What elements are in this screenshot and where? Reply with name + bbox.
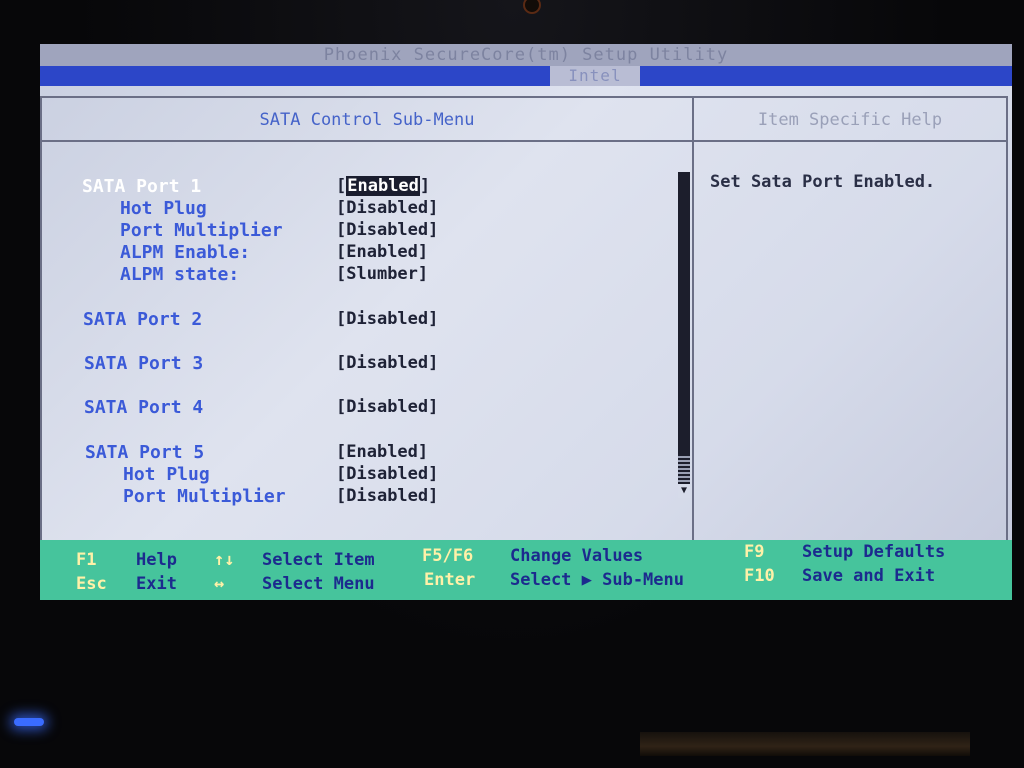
key-enter-desc: Select ▶ Sub-Menu — [510, 570, 684, 590]
key-enter: Enter — [424, 570, 476, 590]
key-f9: F9 — [744, 542, 765, 562]
setting-row-hot-plug-1[interactable]: Hot Plug [Disabled] — [40, 198, 680, 220]
setting-row-sata-port-4[interactable]: SATA Port 4 [Disabled] — [40, 397, 680, 419]
setting-row-sata-port-1[interactable]: SATA Port 1 [Enabled] — [40, 176, 680, 198]
setting-value[interactable]: [Enabled] — [336, 442, 428, 462]
panel-title: SATA Control Sub-Menu — [42, 98, 692, 142]
setting-label: ALPM state: — [120, 264, 240, 285]
laptop-hinge — [640, 732, 970, 756]
key-f10-desc: Save and Exit — [802, 566, 936, 586]
setting-row-hot-plug-5[interactable]: Hot Plug [Disabled] — [40, 464, 680, 486]
setting-label: SATA Port 4 — [84, 397, 204, 418]
setting-label: SATA Port 3 — [84, 353, 204, 374]
setting-value[interactable]: [Slumber] — [336, 264, 428, 284]
key-help-bar: F1 Help Esc Exit ↑↓ Select Item ↔ Select… — [40, 540, 1012, 600]
key-f10: F10 — [744, 566, 775, 586]
bios-screen: Phoenix SecureCore(tm) Setup Utility Int… — [40, 44, 1012, 600]
setting-label: SATA Port 5 — [85, 442, 205, 463]
scrollbar[interactable]: ▼ — [678, 172, 690, 498]
setting-value[interactable]: [Disabled] — [336, 464, 438, 484]
setting-label: SATA Port 1 — [82, 176, 202, 197]
power-led — [14, 718, 44, 726]
help-text: Set Sata Port Enabled. — [710, 172, 936, 192]
setting-row-alpm-enable[interactable]: ALPM Enable: [Enabled] — [40, 242, 680, 264]
setting-row-port-multiplier-1[interactable]: Port Multiplier [Disabled] — [40, 220, 680, 242]
key-arrows-updown: ↑↓ — [214, 550, 235, 570]
key-arrows-leftright: ↔ — [214, 574, 225, 594]
setting-label: Port Multiplier — [123, 486, 286, 507]
setting-value[interactable]: [Enabled] — [336, 176, 430, 196]
setting-row-alpm-state[interactable]: ALPM state: [Slumber] — [40, 264, 680, 286]
setting-value[interactable]: [Disabled] — [336, 198, 438, 218]
key-f1-desc: Help — [136, 550, 177, 570]
setting-label: SATA Port 2 — [83, 309, 203, 330]
setting-label: Hot Plug — [123, 464, 210, 485]
selected-value[interactable]: Enabled — [346, 176, 420, 196]
laptop-bezel: Phoenix SecureCore(tm) Setup Utility Int… — [0, 0, 1024, 768]
key-f5f6-desc: Change Values — [510, 546, 644, 566]
setting-row-sata-port-3[interactable]: SATA Port 3 [Disabled] — [40, 353, 680, 375]
setting-value[interactable]: [Disabled] — [336, 397, 438, 417]
key-f1: F1 — [76, 550, 97, 570]
tab-intel[interactable]: Intel — [550, 66, 640, 86]
key-esc: Esc — [76, 574, 107, 594]
key-f5f6: F5/F6 — [422, 546, 474, 566]
help-title: Item Specific Help — [694, 98, 1006, 142]
setting-value[interactable]: [Enabled] — [336, 242, 428, 262]
setting-row-sata-port-5[interactable]: SATA Port 5 [Enabled] — [40, 442, 680, 464]
setting-row-sata-port-2[interactable]: SATA Port 2 [Disabled] — [40, 309, 680, 331]
webcam-icon — [523, 0, 541, 14]
setting-row-port-multiplier-5[interactable]: Port Multiplier [Disabled] — [40, 486, 680, 508]
setting-value[interactable]: [Disabled] — [336, 486, 438, 506]
setting-value[interactable]: [Disabled] — [336, 220, 438, 240]
key-arrows-leftright-desc: Select Menu — [262, 574, 375, 594]
scroll-down-arrow-icon[interactable]: ▼ — [678, 484, 690, 498]
setting-label: Port Multiplier — [120, 220, 283, 241]
settings-panel: SATA Control Sub-Menu — [40, 96, 694, 584]
setting-label: Hot Plug — [120, 198, 207, 219]
utility-title: Phoenix SecureCore(tm) Setup Utility — [40, 44, 1012, 66]
setting-label: ALPM Enable: — [120, 242, 251, 263]
setting-value[interactable]: [Disabled] — [336, 353, 438, 373]
scrollbar-thumb[interactable] — [678, 456, 690, 486]
key-f9-desc: Setup Defaults — [802, 542, 946, 562]
setting-value[interactable]: [Disabled] — [336, 309, 438, 329]
key-arrows-updown-desc: Select Item — [262, 550, 375, 570]
key-esc-desc: Exit — [136, 574, 177, 594]
help-panel: Item Specific Help Set Sata Port Enabled… — [694, 96, 1008, 584]
menu-tab-bar: Intel — [40, 66, 1012, 86]
